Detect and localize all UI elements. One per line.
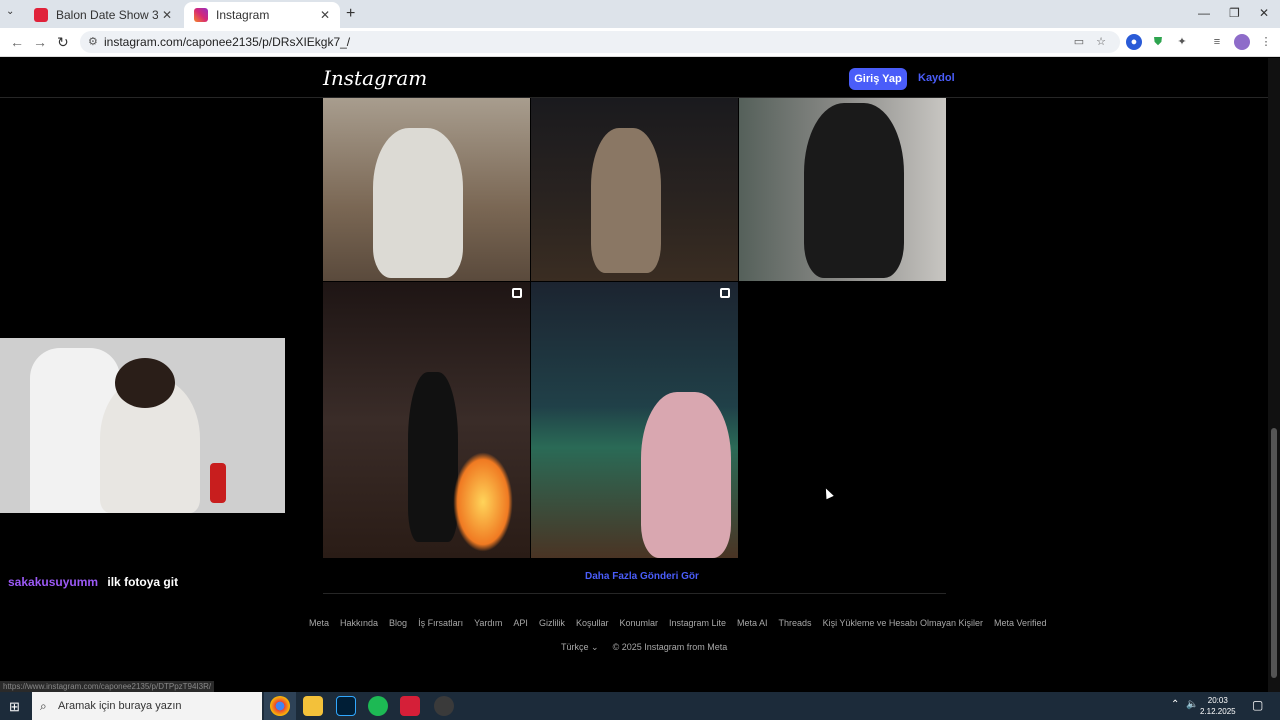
language-label: Türkçe — [561, 642, 589, 652]
close-window-icon[interactable]: ✕ — [1259, 6, 1269, 20]
more-posts-link[interactable]: Daha Fazla Gönderi Gör — [585, 571, 699, 582]
footer-link[interactable]: Hakkında — [340, 618, 378, 628]
shield-extension-icon[interactable]: ⛊ — [1150, 34, 1166, 50]
mouse-cursor-icon — [822, 486, 834, 500]
install-app-icon[interactable]: ▭ — [1071, 34, 1087, 50]
page-viewport: Instagram Giriş Yap Kaydol Daha Fazla Gö… — [0, 58, 1280, 692]
scrollbar-thumb[interactable] — [1271, 428, 1277, 678]
chevron-down-icon: ⌄ — [591, 642, 599, 652]
extensions-puzzle-icon[interactable]: ✦ — [1174, 34, 1190, 50]
divider — [323, 593, 946, 594]
profile-avatar[interactable] — [1234, 34, 1250, 50]
minimize-icon[interactable]: — — [1198, 6, 1210, 20]
chat-username: sakakusuyumm — [8, 575, 99, 589]
footer-link[interactable]: Koşullar — [576, 618, 609, 628]
app-icon[interactable] — [400, 696, 420, 716]
footer-bottom: Türkçe ⌄ © 2025 Instagram from Meta — [561, 642, 727, 653]
forward-icon[interactable]: → — [33, 34, 47, 50]
taskbar-search[interactable]: ⌕ Aramak için buraya yazın — [32, 692, 262, 720]
footer-link[interactable]: Blog — [389, 618, 407, 628]
post-image-content — [641, 392, 731, 558]
close-icon[interactable]: ✕ — [320, 8, 330, 22]
language-select[interactable]: Türkçe ⌄ — [561, 642, 599, 653]
new-tab-button[interactable]: + — [346, 5, 355, 23]
tab-search-icon[interactable]: ⌄ — [6, 6, 14, 17]
footer-link[interactable]: Meta — [309, 618, 329, 628]
post-image-content — [408, 372, 458, 542]
back-icon[interactable]: ← — [10, 34, 24, 50]
file-explorer-icon[interactable] — [303, 696, 323, 716]
restore-icon[interactable]: ❐ — [1229, 6, 1240, 20]
footer-link[interactable]: API — [513, 618, 528, 628]
footer-link[interactable]: Instagram Lite — [669, 618, 726, 628]
post-image-content — [373, 128, 463, 278]
post-thumbnail[interactable] — [323, 282, 530, 558]
person-hair — [115, 358, 175, 408]
multiple-photos-icon — [720, 288, 730, 298]
footer-link[interactable]: Meta Verified — [994, 618, 1047, 628]
spotify-icon[interactable] — [368, 696, 388, 716]
post-thumbnail[interactable] — [531, 98, 738, 281]
post-thumbnail[interactable] — [531, 282, 738, 558]
webcam-overlay — [0, 338, 285, 513]
post-image-content — [804, 103, 904, 278]
youtube-icon — [34, 8, 48, 22]
footer-links: Meta Hakkında Blog İş Fırsatları Yardım … — [309, 618, 1047, 628]
url-text: instagram.com/caponee2135/p/DRsXIEkgk7_/ — [104, 35, 351, 49]
tray-chevron-icon[interactable]: ⌃ — [1171, 699, 1179, 710]
footer-link[interactable]: Meta AI — [737, 618, 768, 628]
signup-link[interactable]: Kaydol — [918, 72, 955, 84]
post-thumbnail[interactable] — [739, 98, 946, 281]
red-bottle — [210, 463, 226, 503]
multiple-photos-icon — [512, 288, 522, 298]
instagram-header: Instagram Giriş Yap Kaydol — [0, 58, 1268, 98]
chat-message: sakakusuyumm ilk fotoya git — [8, 575, 178, 589]
scrollbar[interactable] — [1268, 58, 1280, 692]
post-image-content — [453, 452, 513, 552]
post-thumbnail[interactable] — [323, 98, 530, 281]
footer-link[interactable]: Konumlar — [619, 618, 658, 628]
login-button[interactable]: Giriş Yap — [849, 68, 907, 90]
menu-icon[interactable]: ⋮ — [1258, 34, 1274, 50]
clock-date: 2.12.2025 — [1200, 707, 1236, 716]
photoshop-icon[interactable] — [336, 696, 356, 716]
reload-icon[interactable]: ↻ — [57, 34, 69, 51]
tab-title: Instagram — [216, 8, 270, 22]
address-bar[interactable]: ⚙ instagram.com/caponee2135/p/DRsXIEkgk7… — [80, 31, 1120, 53]
instagram-icon — [194, 8, 208, 22]
bookmark-star-icon[interactable]: ☆ — [1093, 34, 1109, 50]
tab-instagram[interactable]: Instagram ✕ — [184, 2, 340, 28]
volume-icon[interactable]: 🔈 — [1186, 699, 1198, 710]
extension-icon[interactable]: ● — [1126, 34, 1142, 50]
post-image-content — [591, 128, 661, 273]
chrome-icon[interactable] — [270, 696, 290, 716]
taskbar: ⊞ ⌕ Aramak için buraya yazın ⌃ 🔈 20:03 2… — [0, 692, 1280, 720]
footer-link[interactable]: Gizlilik — [539, 618, 565, 628]
search-icon: ⌕ — [40, 699, 47, 713]
footer-link[interactable]: Threads — [779, 618, 812, 628]
clock[interactable]: 20:03 2.12.2025 — [1200, 695, 1236, 717]
notification-icon[interactable]: ▢ — [1252, 698, 1263, 712]
search-placeholder: Aramak için buraya yazın — [58, 700, 182, 712]
footer-link[interactable]: İş Fırsatları — [418, 618, 463, 628]
tab-title: Balon Date Show 32. Bölüm - Yo — [56, 8, 158, 22]
status-bar-url: https://www.instagram.com/caponee2135/p/… — [0, 681, 215, 692]
chat-text: ilk fotoya git — [107, 575, 179, 589]
footer-link[interactable]: Kişi Yükleme ve Hesabı Olmayan Kişiler — [823, 618, 983, 628]
app-icon[interactable] — [434, 696, 454, 716]
tab-youtube[interactable]: Balon Date Show 32. Bölüm - Yo ✕ — [24, 2, 182, 28]
close-icon[interactable]: ✕ — [162, 8, 172, 22]
browser-tab-strip: ⌄ Balon Date Show 32. Bölüm - Yo ✕ Insta… — [0, 0, 1280, 28]
footer-link[interactable]: Yardım — [474, 618, 502, 628]
instagram-logo[interactable]: Instagram — [323, 66, 427, 90]
clock-time: 20:03 — [1207, 696, 1228, 705]
site-info-icon[interactable]: ⚙ — [88, 35, 98, 48]
copyright: © 2025 Instagram from Meta — [612, 642, 728, 652]
media-control-icon[interactable]: ≡ — [1209, 34, 1225, 50]
browser-toolbar: ← → ↻ ⚙ instagram.com/caponee2135/p/DRsX… — [0, 28, 1280, 57]
windows-start-icon[interactable]: ⊞ — [9, 699, 20, 715]
